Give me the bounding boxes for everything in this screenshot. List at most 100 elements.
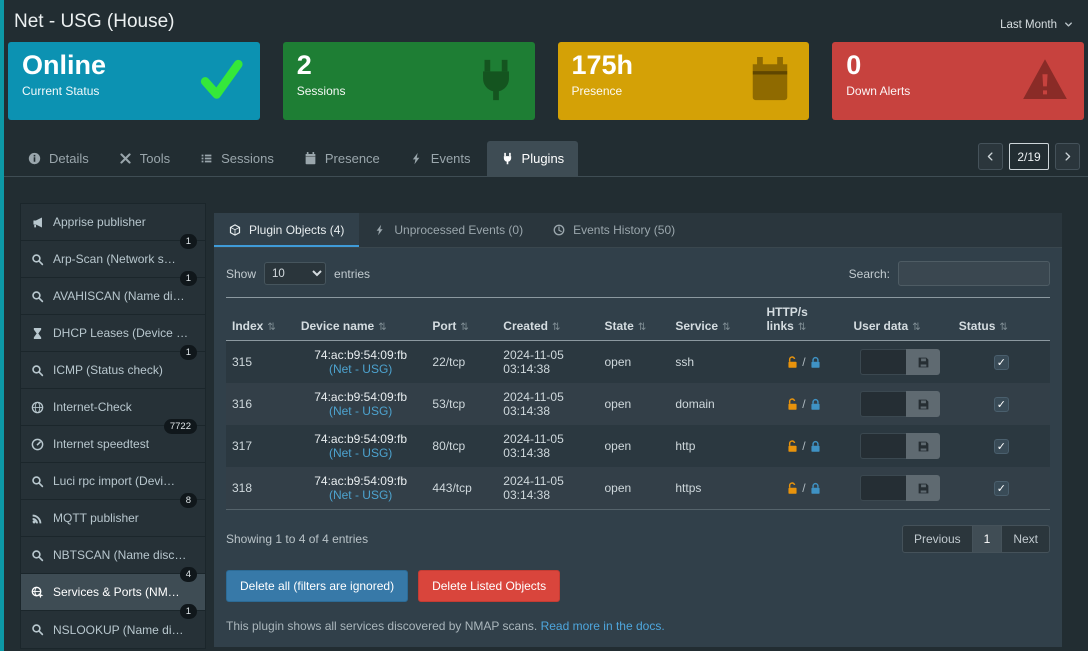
count-badge: 1 [180, 234, 197, 249]
status-cards: OnlineCurrent Status2Sessions175hPresenc… [0, 33, 1088, 120]
table-row: 31874:ac:b9:54:09:fb(Net - USG)443/tcp20… [226, 467, 1050, 510]
lock-icon [809, 356, 822, 369]
note-text: This plugin shows all services discovere… [226, 619, 537, 633]
sidebar-item-nbtscan-name-disc[interactable]: NBTSCAN (Name disc… [21, 537, 205, 574]
tab-events[interactable]: Events [396, 141, 485, 176]
sort-icon: ⇅ [912, 322, 920, 333]
status-checkbox[interactable]: ✓ [994, 439, 1009, 454]
sidebar-item-dhcp-leases-device[interactable]: DHCP Leases (Device … [21, 315, 205, 352]
search-input[interactable] [898, 261, 1050, 286]
page-button-next[interactable]: Next [1001, 525, 1050, 553]
column-http-s-links[interactable]: HTTP/s links⇅ [760, 298, 847, 341]
delete-listed-button[interactable]: Delete Listed Objects [418, 570, 560, 602]
device-link[interactable]: (Net - USG) [301, 488, 421, 502]
column-status[interactable]: Status⇅ [953, 298, 1050, 341]
sidebar-item-services-ports-nm[interactable]: Services & Ports (NM…4 [21, 574, 205, 611]
column-device-name[interactable]: Device name⇅ [295, 298, 427, 341]
sidebar-item-nslookup-name-di[interactable]: NSLOOKUP (Name di…1 [21, 611, 205, 648]
sidebar-item-label: Internet-Check [53, 400, 132, 414]
cell-state: open [599, 467, 670, 510]
column-user-data[interactable]: User data⇅ [848, 298, 953, 341]
device-mac: 74:ac:b9:54:09:fb [301, 474, 421, 488]
sort-icon: ⇅ [378, 322, 386, 333]
plugin-tabs: Plugin Objects (4) Unprocessed Events (0)… [214, 213, 1062, 248]
pager-position: 2/19 [1009, 143, 1049, 170]
sidebar-item-apprise-publisher[interactable]: Apprise publisher [21, 204, 205, 241]
http-link[interactable] [786, 397, 799, 411]
status-checkbox[interactable]: ✓ [994, 397, 1009, 412]
save-button[interactable] [906, 475, 940, 501]
plugin-tab-events-history-50[interactable]: Events History (50) [538, 213, 690, 247]
delete-all-button[interactable]: Delete all (filters are ignored) [226, 570, 408, 602]
https-link[interactable] [809, 397, 822, 411]
status-checkbox[interactable]: ✓ [994, 481, 1009, 496]
floppy-icon [917, 398, 930, 411]
pager-next-button[interactable] [1055, 143, 1080, 170]
status-checkbox[interactable]: ✓ [994, 355, 1009, 370]
sidebar-item-internet-speedtest[interactable]: Internet speedtest7722 [21, 426, 205, 463]
cell-index: 317 [226, 425, 295, 467]
tab-sessions[interactable]: Sessions [186, 141, 288, 176]
device-link[interactable]: (Net - USG) [301, 404, 421, 418]
sort-icon: ⇅ [267, 322, 275, 333]
plugin-note: This plugin shows all services discovere… [214, 602, 1062, 647]
plugin-tab-label: Plugin Objects (4) [249, 223, 344, 237]
tab-presence[interactable]: Presence [290, 141, 394, 176]
plugin-tab-plugin-objects-4[interactable]: Plugin Objects (4) [214, 213, 359, 247]
save-button[interactable] [906, 391, 940, 417]
user-data-input[interactable] [860, 349, 906, 375]
cell-status: ✓ [953, 383, 1050, 425]
https-link[interactable] [809, 355, 822, 369]
https-link[interactable] [809, 439, 822, 453]
cell-created: 2024-11-0503:14:38 [497, 425, 598, 467]
sidebar-item-luci-rpc-import-devi[interactable]: Luci rpc import (Devi… [21, 463, 205, 500]
plugin-tab-unprocessed-events-0[interactable]: Unprocessed Events (0) [359, 213, 538, 247]
sidebar-item-mqtt-publisher[interactable]: MQTT publisher8 [21, 500, 205, 537]
docs-link[interactable]: Read more in the docs. [541, 619, 665, 633]
column-created[interactable]: Created⇅ [497, 298, 598, 341]
cell-device: 74:ac:b9:54:09:fb(Net - USG) [295, 341, 427, 384]
period-selector[interactable]: Last Month [1000, 19, 1074, 31]
sidebar-item-label: Apprise publisher [53, 215, 146, 229]
tab-details[interactable]: Details [14, 141, 103, 176]
cell-index: 316 [226, 383, 295, 425]
pager-prev-button[interactable] [978, 143, 1003, 170]
clock-icon [553, 224, 565, 236]
user-data-input[interactable] [860, 475, 906, 501]
calendar-icon [747, 57, 793, 103]
http-link[interactable] [786, 481, 799, 495]
column-port[interactable]: Port⇅ [426, 298, 497, 341]
save-button[interactable] [906, 349, 940, 375]
device-link[interactable]: (Net - USG) [301, 446, 421, 460]
cell-device: 74:ac:b9:54:09:fb(Net - USG) [295, 425, 427, 467]
column-service[interactable]: Service⇅ [669, 298, 760, 341]
device-tab-list: Details ToolsSessionsPresenceEventsPlugin… [14, 141, 578, 176]
tab-tools[interactable]: Tools [105, 141, 184, 176]
sort-icon: ⇅ [722, 322, 730, 333]
tab-plugins[interactable]: Plugins [487, 141, 579, 176]
user-data-input[interactable] [860, 433, 906, 459]
sidebar-item-avahiscan-name-di[interactable]: AVAHISCAN (Name di…1 [21, 278, 205, 315]
sidebar-item-icmp-status-check[interactable]: ICMP (Status check)1 [21, 352, 205, 389]
https-link[interactable] [809, 481, 822, 495]
user-data-input[interactable] [860, 391, 906, 417]
device-link[interactable]: (Net - USG) [301, 362, 421, 376]
tab-label: Details [49, 151, 89, 166]
sidebar-item-label: Arp-Scan (Network s… [53, 252, 176, 266]
cell-status: ✓ [953, 425, 1050, 467]
count-badge: 4 [180, 567, 197, 582]
page-button-previous[interactable]: Previous [902, 525, 973, 553]
http-link[interactable] [786, 439, 799, 453]
sidebar-item-label: Internet speedtest [53, 437, 149, 451]
column-index[interactable]: Index⇅ [226, 298, 295, 341]
sidebar-item-arp-scan-network-s[interactable]: Arp-Scan (Network s…1 [21, 241, 205, 278]
table-body: 31574:ac:b9:54:09:fb(Net - USG)22/tcp202… [226, 341, 1050, 510]
save-button[interactable] [906, 433, 940, 459]
page-button-1[interactable]: 1 [972, 525, 1003, 553]
plugin-tab-label: Events History (50) [573, 223, 675, 237]
http-link[interactable] [786, 355, 799, 369]
page-title: Net - USG (House) [14, 11, 174, 33]
page-size-select[interactable]: 10 [264, 262, 326, 285]
plug-icon [501, 152, 514, 165]
column-state[interactable]: State⇅ [599, 298, 670, 341]
